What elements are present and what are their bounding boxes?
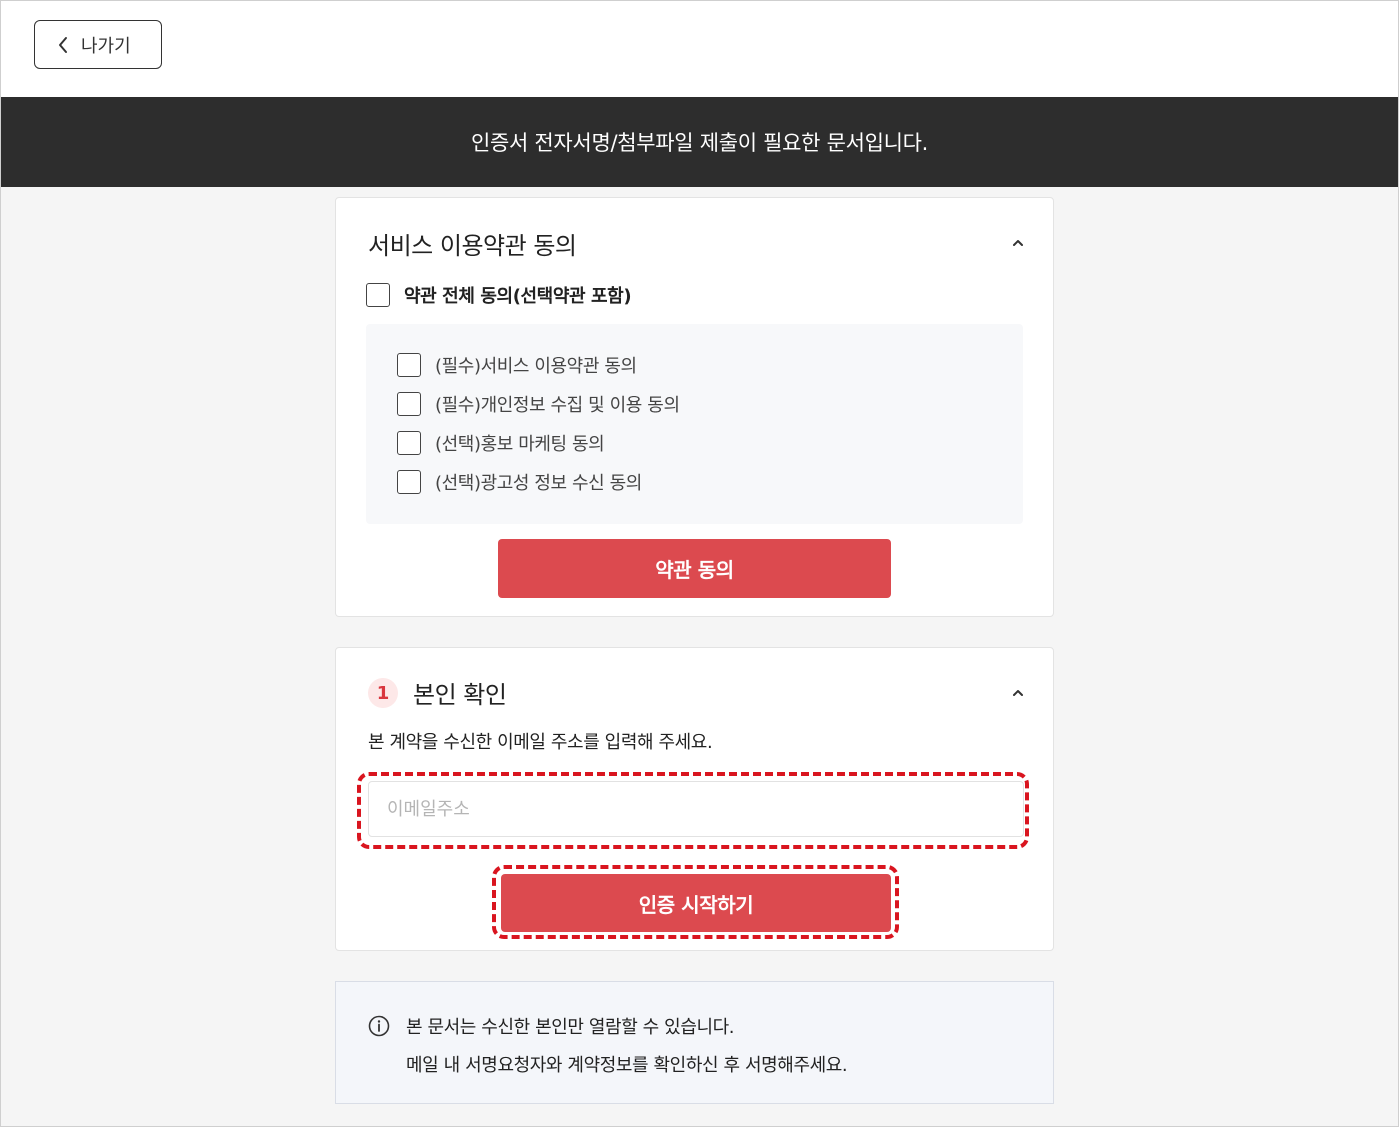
- notice-banner: 인증서 전자서명/첨부파일 제출이 필요한 문서입니다.: [1, 97, 1398, 187]
- chevron-left-icon: [59, 36, 67, 53]
- term-item-marketing[interactable]: (선택)홍보 마케팅 동의: [397, 430, 605, 456]
- notice-line: 본 문서는 수신한 본인만 열람할 수 있습니다.: [406, 1017, 735, 1038]
- term-item-privacy[interactable]: (필수)개인정보 수집 및 이용 동의: [397, 391, 680, 417]
- term-label: (선택)홍보 마케팅 동의: [435, 434, 605, 455]
- agree-terms-button[interactable]: 약관 동의: [498, 539, 891, 598]
- terms-list: (필수)서비스 이용약관 동의 (필수)개인정보 수집 및 이용 동의 (선택)…: [366, 324, 1023, 524]
- email-input[interactable]: [368, 781, 1024, 837]
- chevron-up-icon[interactable]: [1011, 238, 1025, 248]
- back-button-label: 나가기: [81, 35, 131, 57]
- term-checkbox[interactable]: [397, 353, 421, 377]
- term-label: (선택)광고성 정보 수신 동의: [435, 473, 642, 494]
- all-agree-checkbox-row[interactable]: 약관 전체 동의(선택약관 포함): [366, 282, 632, 308]
- term-item-ads[interactable]: (선택)광고성 정보 수신 동의: [397, 469, 642, 495]
- start-verification-button[interactable]: 인증 시작하기: [501, 874, 891, 932]
- verify-description: 본 계약을 수신한 이메일 주소를 입력해 주세요.: [368, 732, 713, 753]
- term-checkbox[interactable]: [397, 470, 421, 494]
- all-agree-label: 약관 전체 동의(선택약관 포함): [404, 286, 632, 307]
- term-label: (필수)서비스 이용약관 동의: [435, 356, 637, 377]
- step-number-badge: 1: [368, 678, 398, 708]
- terms-card: 서비스 이용약관 동의 약관 전체 동의(선택약관 포함) (필수)서비스 이용…: [335, 197, 1054, 617]
- banner-text: 인증서 전자서명/첨부파일 제출이 필요한 문서입니다.: [470, 131, 929, 155]
- back-button[interactable]: 나가기: [34, 20, 162, 69]
- identity-verify-card: 1 본인 확인 본 계약을 수신한 이메일 주소를 입력해 주세요. 인증 시작…: [335, 647, 1054, 951]
- term-label: (필수)개인정보 수집 및 이용 동의: [435, 395, 680, 416]
- term-checkbox[interactable]: [397, 431, 421, 455]
- info-icon: [368, 1015, 390, 1037]
- top-bar: 나가기: [1, 1, 1398, 97]
- notice-line: 메일 내 서명요청자와 계약정보를 확인하신 후 서명해주세요.: [406, 1055, 848, 1076]
- term-checkbox[interactable]: [397, 392, 421, 416]
- verify-title: 본인 확인: [413, 681, 507, 709]
- chevron-up-icon[interactable]: [1011, 688, 1025, 698]
- terms-title: 서비스 이용약관 동의: [368, 232, 577, 260]
- term-item-service[interactable]: (필수)서비스 이용약관 동의: [397, 352, 637, 378]
- all-agree-checkbox[interactable]: [366, 283, 390, 307]
- info-notice: 본 문서는 수신한 본인만 열람할 수 있습니다. 메일 내 서명요청자와 계약…: [335, 981, 1054, 1104]
